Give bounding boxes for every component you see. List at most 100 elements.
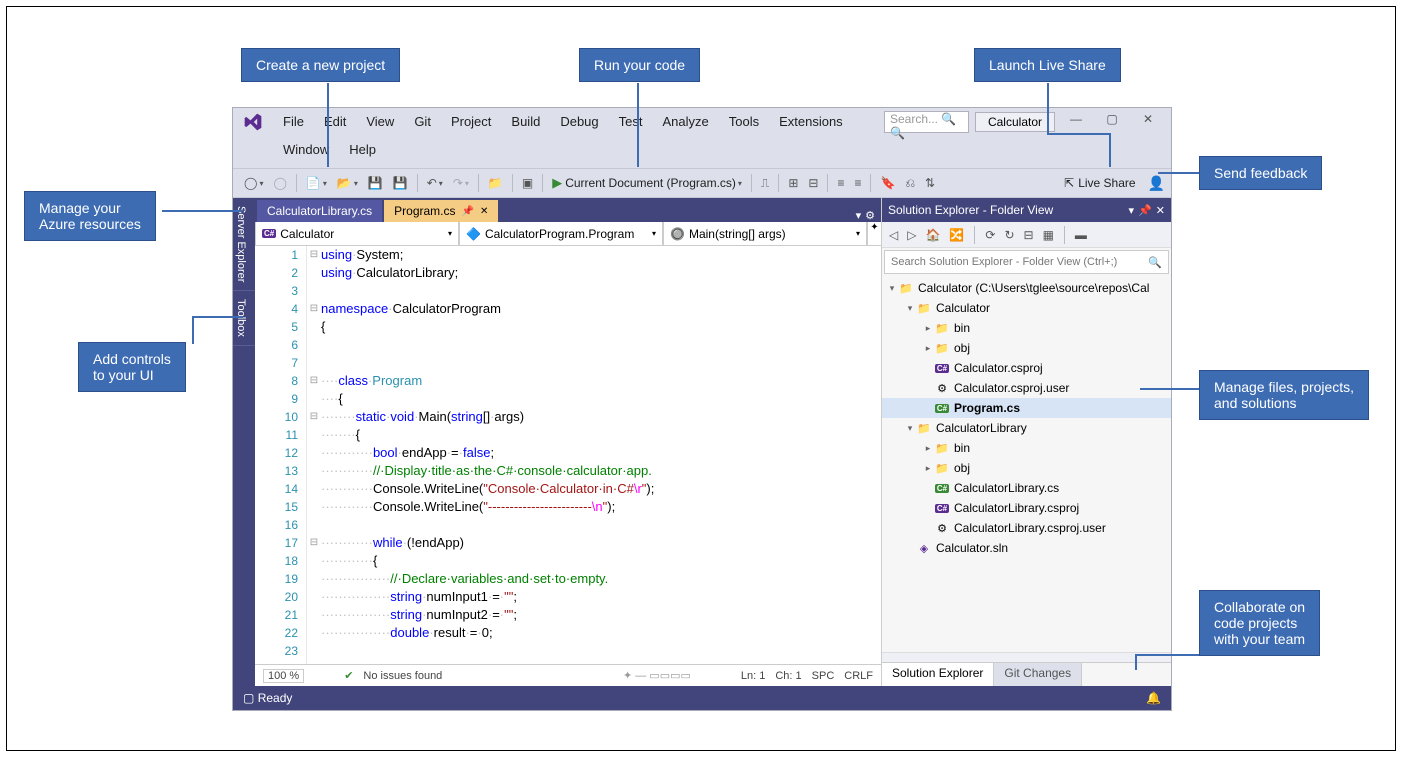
close-button[interactable]: ✕	[1133, 112, 1163, 132]
exp-home[interactable]: 🏠	[922, 226, 943, 244]
split-button[interactable]: ✦	[867, 222, 881, 245]
tree-item[interactable]: ▸📁obj	[882, 458, 1171, 478]
menu-tools[interactable]: Tools	[719, 111, 769, 132]
feedback-button[interactable]: 👤	[1148, 175, 1165, 192]
tb-btn-6[interactable]: ⇅	[921, 174, 939, 192]
save-all-button[interactable]: 💾	[389, 174, 412, 192]
solution-config-button[interactable]: 📁	[484, 174, 507, 192]
tree-item[interactable]: C#Calculator.csproj	[882, 358, 1171, 378]
vs-logo-icon	[243, 112, 263, 132]
menu-help[interactable]: Help	[339, 139, 386, 160]
tab-settings-icon[interactable]: ⚙	[865, 209, 875, 222]
status-icon: ▢	[243, 691, 254, 705]
callout-toolbox: Add controls to your UI	[78, 342, 186, 392]
editor-statusbar: 100 % ✔ No issues found ✦ — ▭▭▭▭ Ln: 1 C…	[255, 664, 881, 686]
git-changes-tab[interactable]: Git Changes	[994, 663, 1082, 686]
nav-class[interactable]: 🔷CalculatorProgram.Program▾	[459, 222, 663, 245]
exp-fwd[interactable]: ▷	[904, 226, 919, 244]
menu-edit[interactable]: Edit	[314, 111, 356, 132]
start-window-button[interactable]: ▣	[518, 174, 537, 192]
server-explorer-tab[interactable]: Server Explorer	[233, 198, 255, 291]
menu-window[interactable]: Window	[273, 139, 339, 160]
menu-test[interactable]: Test	[609, 111, 653, 132]
close-icon[interactable]: ✕	[480, 206, 488, 217]
code-editor[interactable]: 1234567891011121314151617181920212223 ⊟⊟…	[255, 246, 881, 664]
tree-item[interactable]: ⚙CalculatorLibrary.csproj.user	[882, 518, 1171, 538]
tab-dropdown[interactable]: ▾	[856, 209, 862, 222]
exp-switch[interactable]: 🔀	[946, 226, 967, 244]
search-input[interactable]: Search... 🔍	[884, 111, 969, 133]
tb-btn-2[interactable]: ⊟	[804, 174, 822, 192]
tree-item[interactable]: C#CalculatorLibrary.csproj	[882, 498, 1171, 518]
exp-showall[interactable]: ▦	[1040, 226, 1057, 244]
solution-name[interactable]: Calculator	[975, 112, 1055, 132]
vs-window: FileEditViewGitProjectBuildDebugTestAnal…	[232, 107, 1172, 711]
tree-item[interactable]: ⚙Calculator.csproj.user	[882, 378, 1171, 398]
exp-pin-icon[interactable]: 📌	[1138, 204, 1152, 217]
nav-bar: C#Calculator▾ 🔷CalculatorProgram.Program…	[255, 222, 881, 246]
undo-button[interactable]: ↶▾	[423, 174, 447, 192]
pin-icon[interactable]: 📌	[462, 206, 474, 217]
col-indicator: Ch: 1	[775, 670, 801, 682]
exp-close-icon[interactable]: ✕	[1156, 204, 1165, 217]
nav-icons[interactable]: ✦ — ▭▭▭▭	[623, 669, 691, 682]
callout-solexplorer: Manage files, projects, and solutions	[1199, 370, 1369, 420]
nav-back-button[interactable]: ◯▾	[240, 174, 267, 192]
tb-btn-1[interactable]: ⊞	[784, 174, 802, 192]
exp-refresh[interactable]: ⟳	[982, 226, 998, 244]
nav-project[interactable]: C#Calculator▾	[255, 222, 459, 245]
check-icon: ✔	[344, 669, 353, 682]
new-project-button[interactable]: 📄▾	[302, 174, 331, 192]
menu-build[interactable]: Build	[501, 111, 550, 132]
callout-git: Collaborate on code projects with your t…	[1199, 590, 1320, 656]
toolbox-tab[interactable]: Toolbox	[233, 291, 255, 346]
doc-tab-inactive[interactable]: CalculatorLibrary.cs	[257, 200, 382, 222]
menu-project[interactable]: Project	[441, 111, 501, 132]
menubar: FileEditViewGitProjectBuildDebugTestAnal…	[233, 108, 1171, 136]
exp-dropdown-icon[interactable]: ▾	[1129, 204, 1135, 217]
tree-item[interactable]: C#CalculatorLibrary.cs	[882, 478, 1171, 498]
status-text: Ready	[258, 691, 293, 705]
explorer-scrollbar[interactable]	[882, 652, 1171, 662]
tree-item[interactable]: ▾📁CalculatorLibrary	[882, 418, 1171, 438]
menu-analyze[interactable]: Analyze	[652, 111, 718, 132]
exp-sync[interactable]: ↻	[1001, 226, 1017, 244]
editor-area: CalculatorLibrary.cs Program.cs📌✕ ▾⚙ C#C…	[255, 198, 881, 686]
menu-file[interactable]: File	[273, 111, 314, 132]
nav-method[interactable]: 🔘Main(string[] args)▾	[663, 222, 867, 245]
redo-button[interactable]: ↷▾	[449, 174, 473, 192]
menu-debug[interactable]: Debug	[550, 111, 608, 132]
bookmark-button[interactable]: 🔖	[876, 174, 899, 192]
explorer-search[interactable]: Search Solution Explorer - Folder View (…	[884, 250, 1169, 274]
tb-btn-5[interactable]: ⎌	[901, 174, 919, 193]
exp-collapse[interactable]: ⊟	[1021, 226, 1037, 244]
doc-tab-active[interactable]: Program.cs📌✕	[384, 200, 498, 222]
zoom-level[interactable]: 100 %	[263, 669, 304, 683]
save-button[interactable]: 💾	[364, 174, 387, 192]
exp-back[interactable]: ◁	[886, 226, 901, 244]
live-share-button[interactable]: ⇱ Live Share	[1064, 176, 1135, 190]
maximize-button[interactable]: ▢	[1097, 112, 1127, 132]
notification-bell-icon[interactable]: 🔔	[1146, 691, 1161, 705]
tree-item[interactable]: C#Program.cs	[882, 398, 1171, 418]
menu-git[interactable]: Git	[404, 111, 441, 132]
tree-item[interactable]: ▸📁bin	[882, 318, 1171, 338]
open-button[interactable]: 📂▾	[333, 174, 362, 192]
minimize-button[interactable]: —	[1061, 112, 1091, 132]
solution-explorer-tab[interactable]: Solution Explorer	[882, 663, 994, 686]
step-button[interactable]: ⎍	[757, 174, 773, 193]
tree-item[interactable]: ▾📁Calculator (C:\Users\tglee\source\repo…	[882, 278, 1171, 298]
exp-properties[interactable]: ▬	[1072, 226, 1090, 244]
nav-fwd-button[interactable]: ◯	[269, 174, 290, 192]
run-button[interactable]: ▶Current Document (Program.cs)▾	[548, 173, 746, 193]
tb-btn-4[interactable]: ≡	[850, 174, 865, 192]
tb-btn-3[interactable]: ≡	[833, 174, 848, 192]
tree-item[interactable]: ◈Calculator.sln	[882, 538, 1171, 558]
tree-item[interactable]: ▾📁Calculator	[882, 298, 1171, 318]
menu-view[interactable]: View	[356, 111, 404, 132]
tree-item[interactable]: ▸📁bin	[882, 438, 1171, 458]
tree-item[interactable]: ▸📁obj	[882, 338, 1171, 358]
menu-extensions[interactable]: Extensions	[769, 111, 853, 132]
titlebar: FileEditViewGitProjectBuildDebugTestAnal…	[233, 108, 1171, 168]
explorer-tree[interactable]: ▾📁Calculator (C:\Users\tglee\source\repo…	[882, 276, 1171, 652]
